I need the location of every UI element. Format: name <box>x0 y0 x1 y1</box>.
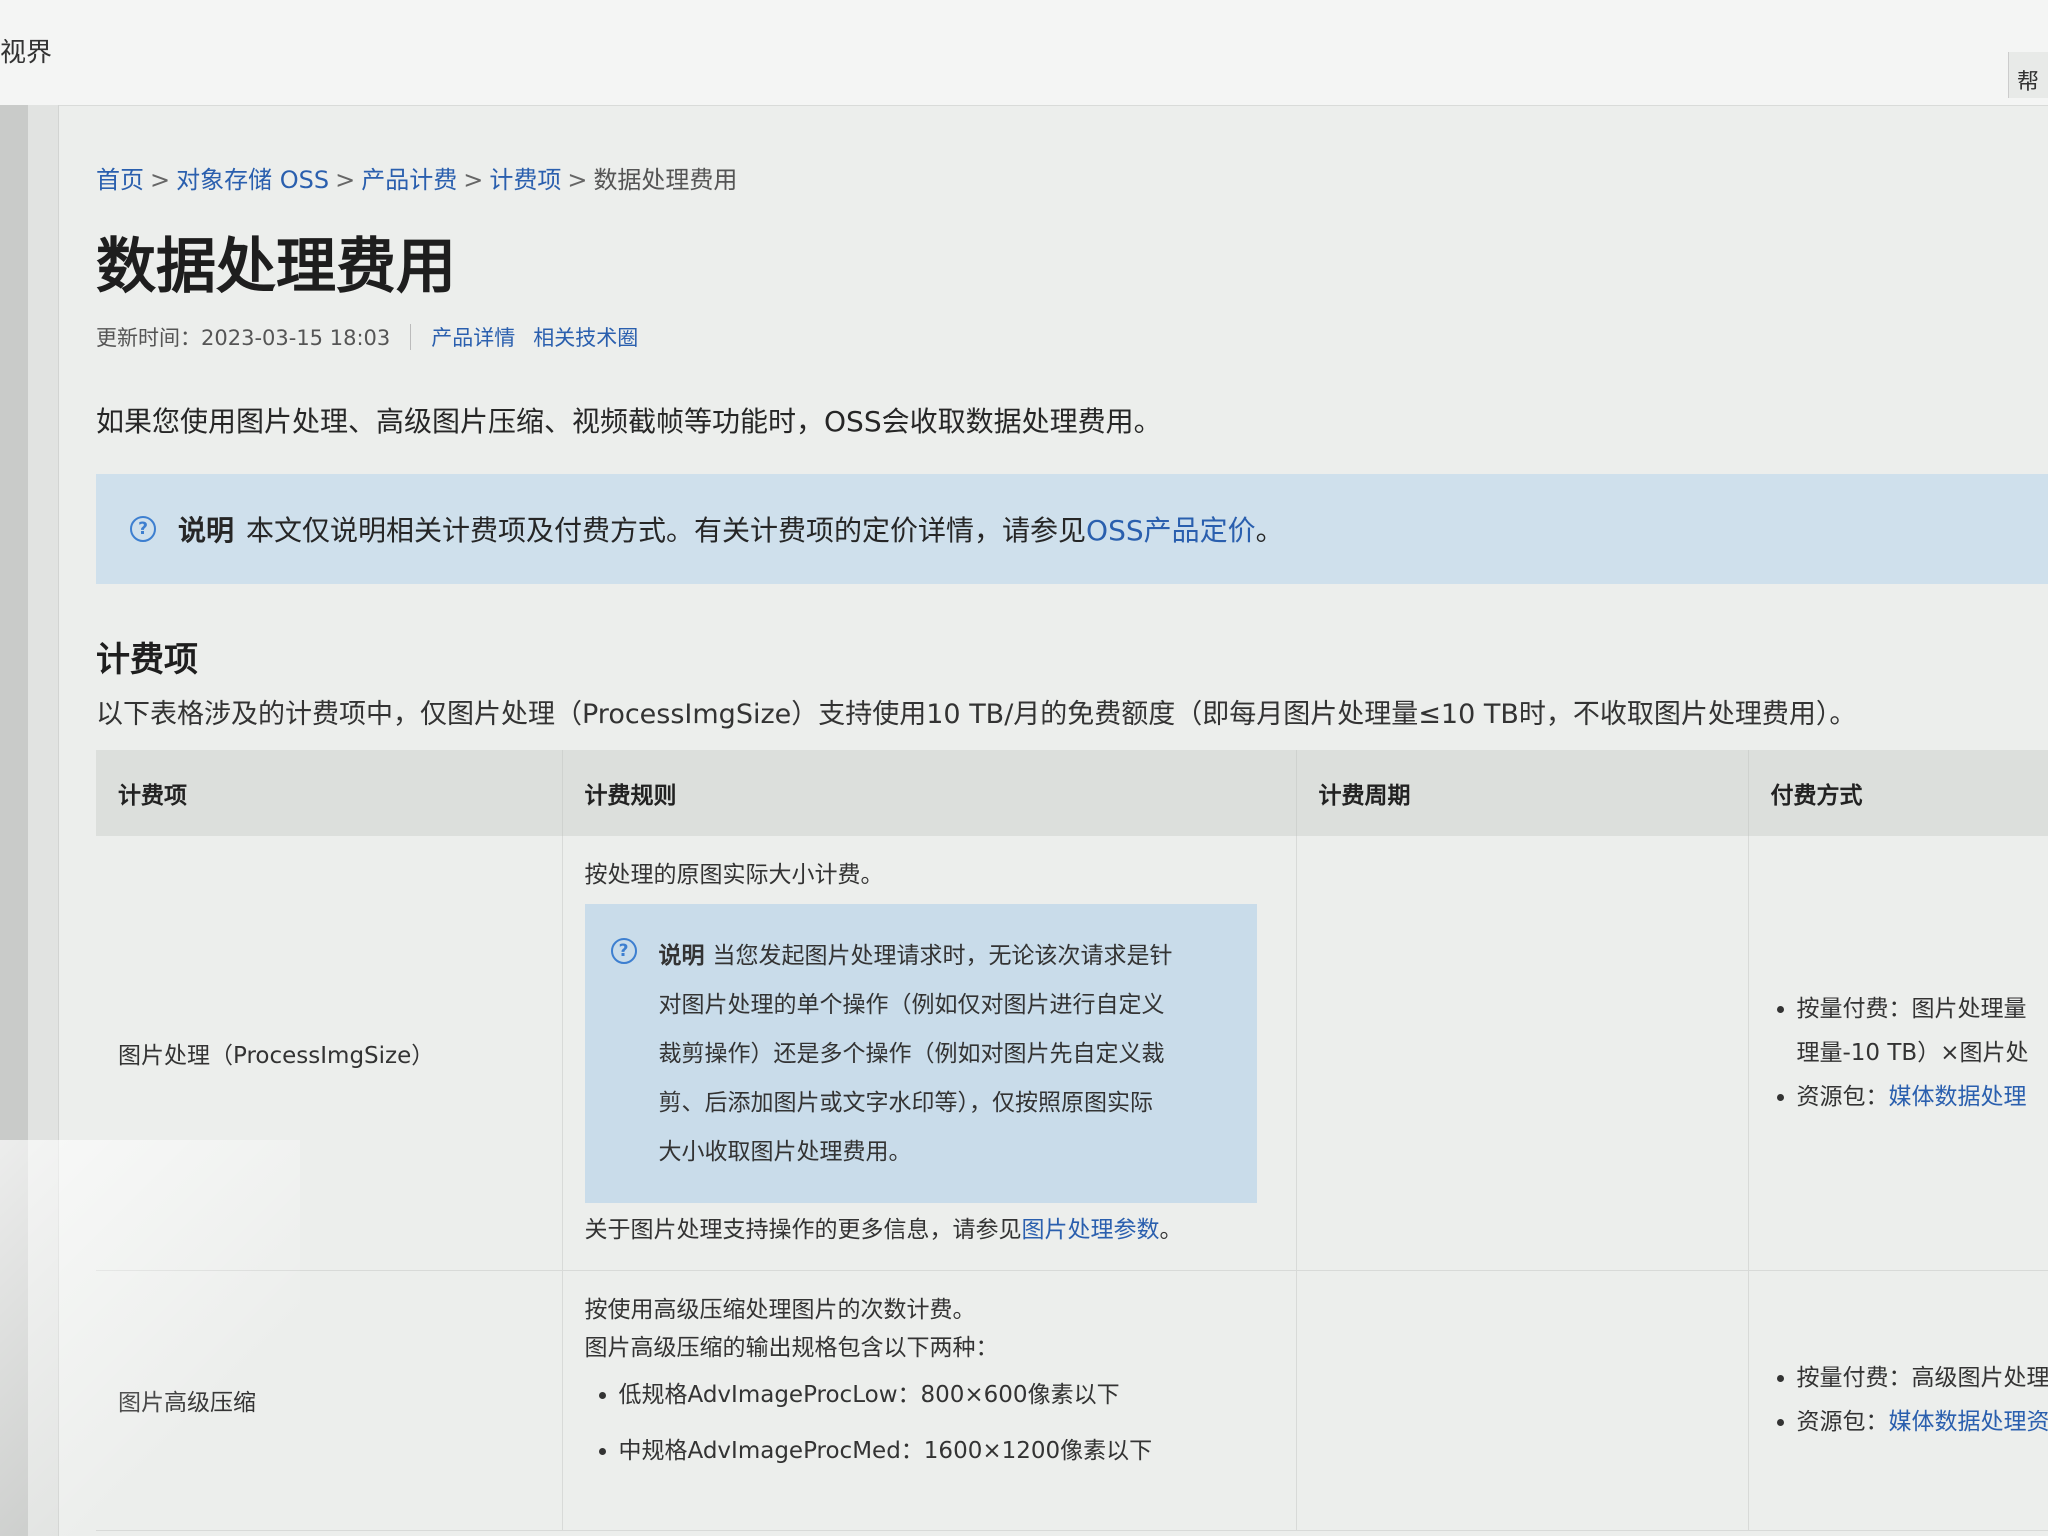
media-package-link[interactable]: 媒体数据处理资 <box>1889 1409 2048 1435</box>
breadcrumb-separator: > <box>335 166 356 194</box>
header-billing-cycle: 计费周期 <box>1296 750 1749 836</box>
rule-line: 图片高级压缩的输出规格包含以下两种： <box>584 1334 999 1361</box>
brand-label[interactable]: 视界 <box>0 32 52 69</box>
intro-text: 如果您使用图片处理、高级图片压缩、视频截帧等功能时，OSS会收取数据处理费用。 <box>96 405 1162 438</box>
list-item: 按量付费：高级图片处理 <box>1796 1356 2048 1400</box>
table-row: 图片处理（ProcessImgSize） 按处理的原图实际大小计费。 ? 说明当… <box>96 836 2048 1271</box>
question-circle-icon: ? <box>130 516 156 542</box>
meta-divider <box>410 324 412 350</box>
payment-list: 按量付费：高级图片处理 资源包：媒体数据处理资 <box>1771 1356 2048 1444</box>
left-sidebar-edge <box>28 105 59 1536</box>
topbar-edge-button[interactable]: 帮 <box>2008 52 2048 98</box>
note-end: 。 <box>1255 514 1284 547</box>
spec-list: 低规格AdvImageProcLow：800×600像素以下 中规格AdvIma… <box>585 1367 1274 1479</box>
pay-label: 资源包： <box>1796 1083 1889 1110</box>
rule-note-line: 当您发起图片处理请求时，无论该次请求是针 <box>712 943 1173 969</box>
rule-note-line: 剪、后添加图片或文字水印等），仅按照原图实际 <box>658 1090 1154 1116</box>
breadcrumb-separator: > <box>463 166 484 194</box>
breadcrumb-oss[interactable]: 对象存储 OSS <box>176 166 329 194</box>
rule-more-end: 。 <box>1159 1217 1183 1243</box>
item-name-cell: 图片高级压缩 <box>96 1270 563 1531</box>
breadcrumb-billing-items[interactable]: 计费项 <box>489 166 561 194</box>
rule-note-line: 对图片处理的单个操作（例如仅对图片进行自定义 <box>658 992 1165 1018</box>
pay-text-line2: 理量-10 TB）×图片处 <box>1796 1039 2029 1066</box>
breadcrumb-home[interactable]: 首页 <box>96 166 144 194</box>
header-payment-method: 付费方式 <box>1748 750 2048 836</box>
payment-cell: 按量付费：高级图片处理 资源包：媒体数据处理资 <box>1748 1270 2048 1531</box>
note-label: 说明 <box>178 514 235 547</box>
breadcrumb-current: 数据处理费用 <box>593 166 738 194</box>
oss-pricing-link[interactable]: OSS产品定价 <box>1086 509 1256 549</box>
item-name-cell: 图片处理（ProcessImgSize） <box>96 836 563 1271</box>
page-meta: 更新时间：2023-03-15 18:03 产品详情 相关技术圈 <box>96 320 2048 354</box>
image-processing-params-link[interactable]: 图片处理参数 <box>1022 1217 1160 1243</box>
rule-note-body: 说明 当您发起图片处理请求时，无论该次请求是针 对图片处理的单个操作（例如仅对图片… <box>659 932 1173 1177</box>
product-details-link[interactable]: 产品详情 <box>431 322 515 352</box>
rule-note-line: 大小收取图片处理费用。 <box>658 1139 912 1165</box>
table-row: 图片高级压缩 按使用高级压缩处理图片的次数计费。 图片高级压缩的输出规格包含以下… <box>96 1270 2048 1531</box>
rule-cell: 按处理的原图实际大小计费。 ? 说明 当您发起图片处理请求时，无论该次请求是针 对… <box>562 836 1297 1271</box>
breadcrumb-separator: > <box>567 166 588 194</box>
info-note: ? 说明 本文仅说明相关计费项及付费方式。有关计费项的定价详情，请参见 OSS产品… <box>96 474 2048 584</box>
question-circle-icon: ? <box>610 938 637 964</box>
pay-label: 按量付费： <box>1796 1365 1912 1391</box>
rule-note: ? 说明 当您发起图片处理请求时，无论该次请求是针 对图片处理的单个操作（例如仅对… <box>584 904 1257 1203</box>
billing-cycle-cell <box>1296 836 1749 1271</box>
header-billing-item: 计费项 <box>96 750 563 836</box>
breadcrumb-separator: > <box>150 166 171 194</box>
list-item: 中规格AdvImageProcMed：1600×1200像素以下 <box>619 1423 1274 1479</box>
top-bar: 视界 帮 <box>0 0 2048 106</box>
rule-note-label: 说明 <box>658 943 705 969</box>
pay-text: 图片处理量 <box>1911 995 2027 1022</box>
section-title: 计费项 <box>96 640 198 680</box>
rule-cell: 按使用高级压缩处理图片的次数计费。 图片高级压缩的输出规格包含以下两种： 低规格… <box>562 1270 1297 1531</box>
billing-table: 计费项 计费规则 计费周期 付费方式 图片处理（ProcessImgSize） … <box>96 750 2048 1531</box>
left-rail <box>0 105 28 1536</box>
table-header-row: 计费项 计费规则 计费周期 付费方式 <box>96 750 2048 836</box>
pay-label: 资源包： <box>1796 1409 1889 1435</box>
rule-line: 按使用高级压缩处理图片的次数计费。 <box>584 1296 976 1323</box>
pay-text: 高级图片处理 <box>1911 1365 2048 1391</box>
payment-cell: 按量付费：图片处理量理量-10 TB）×图片处 资源包：媒体数据处理 <box>1748 836 2048 1271</box>
rule-intro: 按处理的原图实际大小计费。 <box>584 862 884 888</box>
note-text: 本文仅说明相关计费项及付费方式。有关计费项的定价详情，请参见 <box>246 514 1087 547</box>
rule-note-line: 裁剪操作）还是多个操作（例如对图片先自定义裁 <box>658 1041 1165 1067</box>
payment-list: 按量付费：图片处理量理量-10 TB）×图片处 资源包：媒体数据处理 <box>1771 987 2029 1119</box>
header-billing-rule: 计费规则 <box>562 750 1297 836</box>
rule-more: 关于图片处理支持操作的更多信息，请参见图片处理参数。 <box>585 1211 1274 1249</box>
breadcrumb-pricing[interactable]: 产品计费 <box>361 166 457 194</box>
section-description: 以下表格涉及的计费项中，仅图片处理（ProcessImgSize）支持使用10 … <box>96 699 1857 730</box>
breadcrumb: 首页 > 对象存储 OSS > 产品计费 > 计费项 > 数据处理费用 <box>96 160 2048 200</box>
updated-time: 更新时间：2023-03-15 18:03 <box>96 326 391 350</box>
pay-label: 按量付费： <box>1796 995 1912 1022</box>
rule-more-text: 关于图片处理支持操作的更多信息，请参见 <box>584 1217 1022 1243</box>
main-content: 首页 > 对象存储 OSS > 产品计费 > 计费项 > 数据处理费用 数据处理费用 更新时间：… <box>96 160 2048 1531</box>
billing-cycle-cell <box>1296 1270 1749 1531</box>
list-item: 低规格AdvImageProcLow：800×600像素以下 <box>619 1367 1274 1423</box>
list-item: 按量付费：图片处理量理量-10 TB）×图片处 <box>1796 987 2029 1075</box>
list-item: 资源包：媒体数据处理资 <box>1796 1400 2048 1444</box>
tech-community-link[interactable]: 相关技术圈 <box>533 322 638 352</box>
list-item: 资源包：媒体数据处理 <box>1796 1075 2027 1119</box>
media-package-link[interactable]: 媒体数据处理 <box>1889 1084 2027 1110</box>
page-title: 数据处理费用 <box>96 232 456 302</box>
